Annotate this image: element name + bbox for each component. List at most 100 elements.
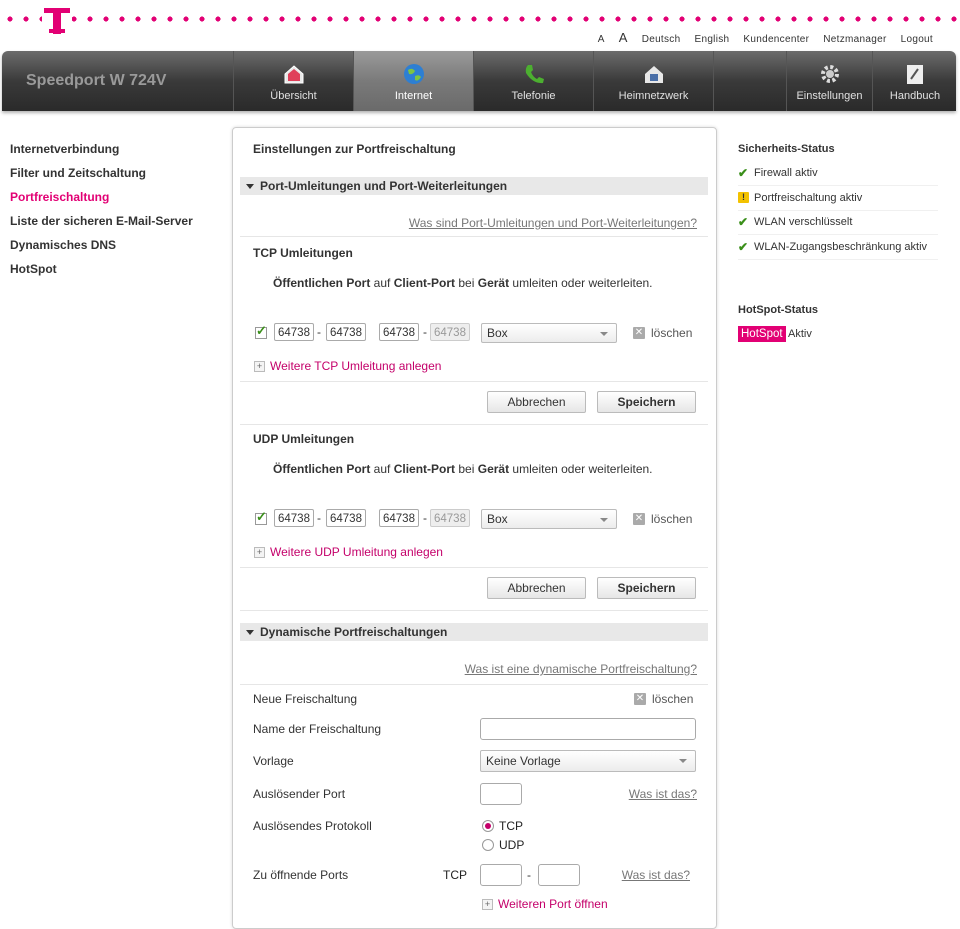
tcp-description: Öffentlichen Port auf Client-Port bei Ge…: [273, 276, 653, 290]
font-size-small-button[interactable]: A: [598, 34, 605, 45]
lang-english-link[interactable]: English: [694, 34, 729, 45]
home-network-icon: [644, 66, 663, 83]
top-navigation: A A Deutsch English Kundencenter Netzman…: [598, 30, 933, 45]
rule-name-label: Name der Freischaltung: [253, 722, 382, 736]
telekom-logo[interactable]: [42, 2, 72, 34]
protocol-udp-radio[interactable]: [482, 839, 494, 851]
house-icon: [284, 65, 303, 84]
udp-delete-link[interactable]: löschen: [651, 512, 692, 526]
phone-icon: [525, 65, 544, 84]
plus-icon[interactable]: +: [254, 547, 265, 558]
protocol-udp-label: UDP: [499, 838, 525, 852]
sidebar-item-email-server[interactable]: Liste der sicheren E-Mail-Server: [10, 214, 193, 238]
sidebar-item-portfreischaltung[interactable]: Portfreischaltung: [10, 190, 193, 214]
tab-label: Handbuch: [889, 90, 941, 102]
netzmanager-link[interactable]: Netzmanager: [823, 34, 886, 45]
rule-name-input[interactable]: [480, 718, 696, 740]
udp-public-port-from[interactable]: 64738: [274, 509, 314, 527]
udp-description: Öffentlichen Port auf Client-Port bei Ge…: [273, 462, 653, 476]
open-ports-label: Zu öffnende Ports: [253, 868, 349, 882]
udp-cancel-button[interactable]: Abbrechen: [487, 577, 586, 599]
kundencenter-link[interactable]: Kundencenter: [743, 34, 809, 45]
font-size-large-button[interactable]: A: [619, 30, 628, 45]
udp-client-port-to: 64738: [430, 509, 470, 527]
template-label: Vorlage: [253, 754, 294, 768]
sidebar-item-internetverbindung[interactable]: Internetverbindung: [10, 142, 193, 166]
check-icon: ✔: [738, 215, 749, 229]
new-rule-delete-link[interactable]: löschen: [652, 692, 693, 706]
open-port-to-input[interactable]: [538, 864, 580, 886]
protocol-tcp-radio[interactable]: [482, 820, 494, 832]
tcp-delete-icon[interactable]: ✕: [633, 327, 645, 339]
tab-handbuch[interactable]: Handbuch: [872, 51, 957, 111]
new-rule-delete-icon[interactable]: ✕: [634, 693, 646, 705]
tab-label: Übersicht: [270, 90, 317, 102]
check-icon: ✔: [738, 166, 749, 180]
tcp-client-port-to: 64738: [430, 323, 470, 341]
tab-label: Telefonie: [511, 90, 556, 102]
tcp-save-button[interactable]: Speichern: [597, 391, 696, 413]
status-row: ! Portfreischaltung aktiv: [738, 186, 938, 211]
new-rule-label: Neue Freischaltung: [253, 692, 358, 706]
tcp-delete-link[interactable]: löschen: [651, 326, 692, 340]
tab-telefonie[interactable]: Telefonie: [473, 51, 593, 111]
tcp-client-port-from[interactable]: 64738: [379, 323, 419, 341]
tcp-public-port-from[interactable]: 64738: [274, 323, 314, 341]
device-name: Speedport W 724V: [26, 72, 167, 89]
tcp-cancel-button[interactable]: Abbrechen: [487, 391, 586, 413]
sidebar-item-dyndns[interactable]: Dynamisches DNS: [10, 238, 193, 262]
udp-delete-icon[interactable]: ✕: [633, 513, 645, 525]
logout-link[interactable]: Logout: [901, 34, 933, 45]
protocol-tcp-label: TCP: [499, 819, 523, 833]
tab-uebersicht[interactable]: Übersicht: [233, 51, 353, 111]
udp-save-button[interactable]: Speichern: [597, 577, 696, 599]
tab-label: Internet: [394, 90, 433, 102]
trigger-port-label: Auslösender Port: [253, 787, 346, 801]
tab-heimnetzwerk[interactable]: Heimnetzwerk: [593, 51, 713, 111]
udp-heading: UDP Umleitungen: [253, 432, 355, 446]
add-udp-link[interactable]: Weitere UDP Umleitung anlegen: [270, 545, 443, 559]
lang-deutsch-link[interactable]: Deutsch: [642, 34, 681, 45]
status-row: ✔ WLAN-Zugangsbeschränkung aktiv: [738, 235, 938, 260]
page-title: Einstellungen zur Portfreischaltung: [253, 142, 456, 156]
tcp-rule-checkbox[interactable]: [255, 323, 267, 339]
tcp-device-select[interactable]: Box: [481, 323, 617, 343]
security-status: Sicherheits-Status ✔ Firewall aktiv ! Port…: [738, 143, 938, 260]
sidebar-item-filter[interactable]: Filter und Zeitschaltung: [10, 166, 193, 190]
trigger-port-input[interactable]: [480, 783, 522, 805]
hotspot-status-heading: HotSpot-Status: [738, 304, 819, 316]
udp-public-port-to[interactable]: 64738: [326, 509, 366, 527]
section-dynamic-ports-header[interactable]: Dynamische Portfreischaltungen: [240, 623, 708, 641]
main-panel: Einstellungen zur Portfreischaltung Port…: [232, 127, 717, 929]
plus-icon[interactable]: +: [254, 361, 265, 372]
main-header: Speedport W 724V Übersicht Internet Tele…: [2, 51, 956, 111]
plus-icon[interactable]: +: [482, 899, 493, 910]
tab-internet[interactable]: Internet: [353, 51, 473, 111]
open-port-from-input[interactable]: [480, 864, 522, 886]
template-select[interactable]: Keine Vorlage: [480, 750, 696, 772]
sidebar: Internetverbindung Filter und Zeitschalt…: [10, 142, 193, 286]
trigger-port-help-link[interactable]: Was ist das?: [629, 787, 697, 801]
security-status-heading: Sicherheits-Status: [738, 143, 835, 155]
tab-einstellungen[interactable]: Einstellungen: [786, 51, 872, 111]
warning-icon: !: [738, 192, 749, 203]
port-forwarding-help-link[interactable]: Was sind Port-Umleitungen und Port-Weite…: [409, 216, 697, 230]
hotspot-badge: HotSpot: [738, 326, 786, 342]
open-ports-help-link[interactable]: Was ist das?: [622, 868, 690, 882]
tab-label: Heimnetzwerk: [618, 90, 689, 102]
sidebar-item-hotspot[interactable]: HotSpot: [10, 262, 193, 286]
add-tcp-link[interactable]: Weitere TCP Umleitung anlegen: [270, 359, 441, 373]
add-port-link[interactable]: Weiteren Port öffnen: [498, 897, 608, 911]
udp-client-port-from[interactable]: 64738: [379, 509, 419, 527]
udp-device-select[interactable]: Box: [481, 509, 617, 529]
hotspot-status: HotSpot-Status HotSpot Aktiv: [738, 304, 819, 342]
brand-dot-line: [0, 16, 960, 22]
dynamic-ports-help-link[interactable]: Was ist eine dynamische Portfreischaltun…: [465, 662, 697, 676]
udp-rule-checkbox[interactable]: [255, 509, 267, 525]
protocol-label: Auslösendes Protokoll: [253, 819, 372, 833]
tab-label: Einstellungen: [796, 90, 863, 102]
tcp-public-port-to[interactable]: 64738: [326, 323, 366, 341]
hotspot-status-value: Aktiv: [788, 328, 812, 340]
gear-icon: [820, 65, 839, 83]
section-port-forwarding-header[interactable]: Port-Umleitungen und Port-Weiterleitunge…: [240, 177, 708, 195]
